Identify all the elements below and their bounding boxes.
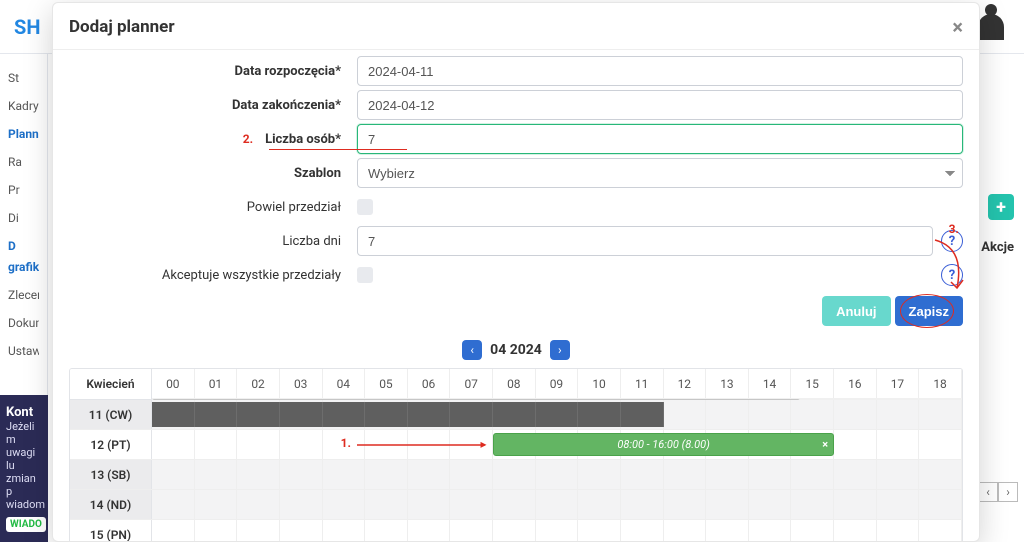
label-start-date: Data rozpoczęcia* — [69, 64, 357, 79]
sidebar-item[interactable]: St — [8, 64, 39, 92]
sidebar-item-active[interactable]: Planne — [8, 120, 39, 148]
hour-header: 12 — [664, 369, 707, 399]
hour-header: 00 — [152, 369, 195, 399]
hour-header: 07 — [450, 369, 493, 399]
sidebar-item-blue[interactable]: grafiki — [8, 260, 39, 281]
annotation-2: 2. — [243, 132, 253, 146]
hour-header: 10 — [578, 369, 621, 399]
hour-header: 11 — [621, 369, 664, 399]
label-template: Szablon — [69, 166, 357, 181]
hour-header: 13 — [706, 369, 749, 399]
hour-header: 09 — [536, 369, 579, 399]
sidebar-item[interactable]: Pr — [8, 176, 39, 204]
label-repeat: Powiel przedział — [69, 200, 357, 215]
timeline: Kwiecień00010203040506070809101112131415… — [69, 368, 963, 541]
sidebar-item[interactable]: Kadry — [8, 92, 39, 120]
repeat-checkbox[interactable] — [357, 199, 373, 215]
day-label: 11 (CW) — [70, 400, 152, 429]
sidebar-item-blue[interactable]: D — [8, 232, 39, 260]
hour-header: 05 — [365, 369, 408, 399]
hour-header: 16 — [834, 369, 877, 399]
hour-header: 18 — [919, 369, 962, 399]
hour-header: 06 — [408, 369, 451, 399]
hour-header: 17 — [877, 369, 920, 399]
hour-header: 14 — [749, 369, 792, 399]
hour-header: 08 — [493, 369, 536, 399]
hour-header: 01 — [195, 369, 238, 399]
modal-title: Dodaj planner — [69, 17, 175, 37]
user-avatar-icon[interactable] — [978, 14, 1004, 40]
day-label: 12 (PT) — [70, 430, 152, 459]
hour-header: 04 — [323, 369, 366, 399]
pager[interactable]: ‹ › — [978, 482, 1018, 502]
day-label: 15 (PN) — [70, 520, 152, 541]
label-accept: Akceptuje wszystkie przedziały — [69, 268, 357, 283]
prev-month-button[interactable]: ‹ — [462, 340, 482, 360]
label-people: 2. Liczba osób* — [69, 132, 357, 147]
end-date-input[interactable] — [357, 90, 963, 120]
hour-header: 02 — [237, 369, 280, 399]
sidebar-item[interactable]: Dokumen — [8, 309, 39, 337]
month-label: 04 2024 — [490, 342, 542, 358]
day-label: 14 (ND) — [70, 490, 152, 519]
pager-next-icon[interactable]: › — [998, 482, 1018, 502]
sidebar-item[interactable]: Di — [8, 204, 39, 232]
label-days: Liczba dni — [69, 234, 357, 249]
pager-prev-icon[interactable]: ‹ — [978, 482, 998, 502]
people-count-input[interactable] — [357, 124, 963, 154]
label-end-date: Data zakończenia* — [69, 98, 357, 113]
template-select[interactable]: Wybierz — [357, 158, 963, 188]
sidebar-item[interactable]: Ustawie — [8, 337, 39, 365]
days-input[interactable] — [357, 226, 933, 256]
start-date-input[interactable] — [357, 56, 963, 86]
hour-header: 15 — [791, 369, 834, 399]
shift-bar[interactable]: 08:00 - 16:00 (8.00)× — [493, 433, 834, 456]
app-logo: SH — [14, 15, 40, 39]
annotation-3: 3. — [949, 222, 959, 236]
annotation-1: 1.▸ — [357, 436, 485, 452]
hour-header: 03 — [280, 369, 323, 399]
actions-header: Akcje — [981, 240, 1014, 255]
close-icon[interactable]: × — [952, 15, 963, 39]
day-label: 13 (SB) — [70, 460, 152, 489]
contact-badge[interactable]: WIADO — [6, 517, 46, 532]
add-button[interactable]: + — [988, 194, 1014, 220]
next-month-button[interactable]: › — [550, 340, 570, 360]
sidebar-item[interactable]: Ra — [8, 148, 39, 176]
annotation-save-circle — [900, 294, 954, 328]
accept-checkbox[interactable] — [357, 267, 373, 283]
timeline-corner: Kwiecień — [70, 369, 152, 399]
shift-remove-icon[interactable]: × — [822, 438, 828, 451]
contact-panel: Kont Jeżeli m uwagi lu zmian p wiadom WI… — [0, 395, 48, 542]
cancel-button[interactable]: Anuluj — [822, 296, 890, 326]
sidebar-item[interactable]: Zlecenia — [8, 281, 39, 309]
add-planner-modal: Dodaj planner × Data rozpoczęcia* Data z… — [52, 2, 980, 542]
